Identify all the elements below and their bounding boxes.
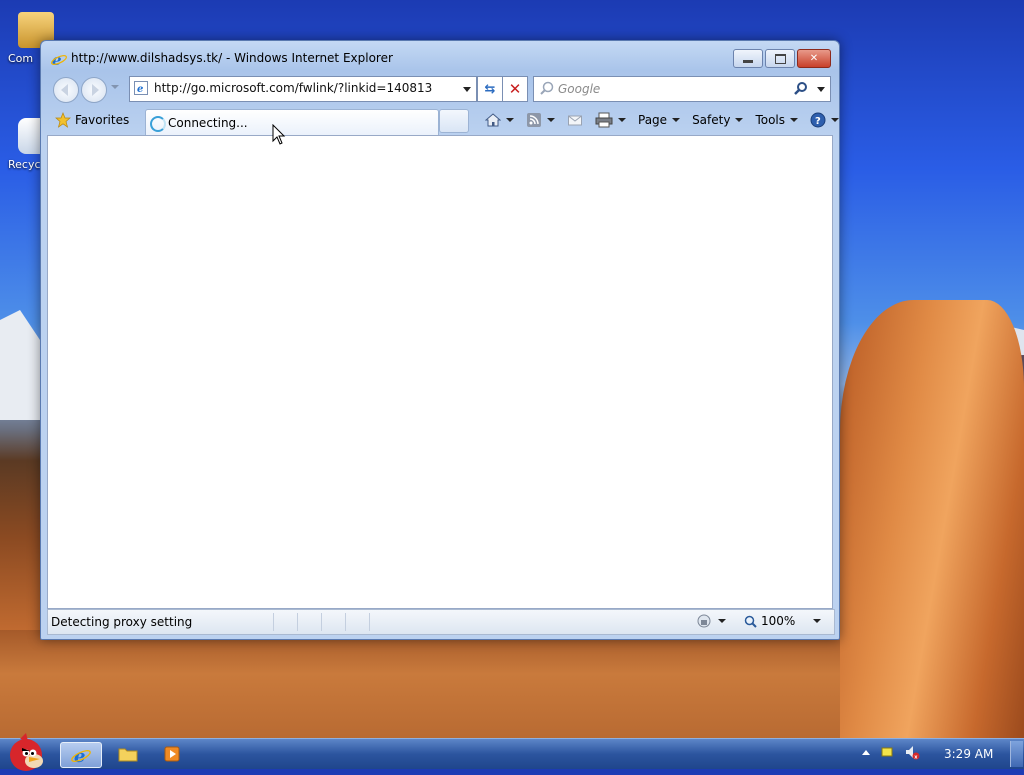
volume-muted-icon[interactable]: x [904,744,920,760]
taskbar-media-player[interactable] [152,742,192,766]
show-hidden-icons-icon[interactable] [862,749,870,755]
folder-icon [118,748,138,762]
forward-button[interactable] [81,77,107,103]
svg-text:e: e [74,746,85,767]
ie-window: e http://www.dilshadsys.tk/ - Windows In… [40,40,840,640]
command-bar: Favorites Connecting... Page Safety Tool… [47,107,840,136]
help-dropdown-icon[interactable] [831,118,840,122]
zone-dropdown-icon[interactable] [718,619,726,623]
search-provider-icon [540,81,554,95]
search-box[interactable]: Google [533,76,831,102]
taskbar: e x 3:29 AM [0,733,1024,771]
start-button-angry-bird-icon[interactable] [4,731,48,775]
page-content[interactable] [47,124,833,609]
tools-menu[interactable]: Tools [749,109,804,131]
tools-menu-label: Tools [755,113,786,127]
recent-pages-dropdown-icon[interactable] [111,85,119,89]
search-options-dropdown-icon[interactable] [817,87,825,92]
zoom-magnifier-icon [744,615,757,628]
new-tab-button[interactable] [439,109,469,133]
desktop-rock-arch [840,300,1024,740]
action-center-flag-icon[interactable] [880,745,894,759]
tab-title: Connecting... [168,116,248,130]
stop-button[interactable]: ✕ [502,76,528,102]
printer-icon [595,112,613,128]
close-icon: ✕ [809,53,819,64]
page-menu[interactable]: Page [632,109,686,131]
chevron-down-icon [735,118,744,122]
ie-logo-icon: e [71,746,91,767]
mail-icon [568,115,582,126]
feeds-button[interactable] [520,109,561,131]
chevron-down-icon [790,118,799,122]
stop-icon: ✕ [508,80,522,98]
restore-button[interactable] [765,49,795,68]
rss-feed-icon [527,113,541,127]
print-button[interactable] [589,109,632,131]
page-menu-label: Page [638,113,668,127]
back-button[interactable] [53,77,79,103]
loading-spinner-icon [150,116,166,132]
media-player-icon [164,746,180,762]
safety-menu-label: Safety [692,113,731,127]
status-text: Detecting proxy setting [51,615,193,629]
show-desktop-button[interactable] [1010,741,1023,767]
refresh-icon: ⇆ [484,81,496,97]
svg-text:e: e [137,84,143,95]
zoom-dropdown-icon[interactable] [813,619,822,623]
safety-menu[interactable]: Safety [686,109,749,131]
status-bar-panels [273,613,393,631]
favorites-button[interactable]: Favorites [49,109,135,131]
back-arrow-icon [61,84,68,96]
desktop-icon-label: Com [8,52,34,65]
chevron-down-icon [672,118,681,122]
minimize-icon [743,60,753,63]
page-ie-icon: e [134,81,148,95]
taskbar-windows-explorer[interactable] [108,742,148,766]
mouse-cursor-icon [272,124,286,145]
search-placeholder: Google [558,82,601,96]
window-title: http://www.dilshadsys.tk/ - Windows Inte… [71,51,393,65]
favorites-label: Favorites [75,113,130,127]
help-menu[interactable]: ? [804,109,845,131]
protected-mode-icon [697,614,711,628]
taskbar-internet-explorer[interactable]: e [60,742,102,768]
navigation-bar: e http://go.microsoft.com/fwlink/?linkid… [49,75,831,103]
address-url: http://go.microsoft.com/fwlink/?linkid=1… [154,81,433,95]
desktop-icon-label: Recyc [8,158,41,171]
search-icon[interactable] [794,81,808,95]
restore-icon [774,53,786,64]
title-bar[interactable]: e http://www.dilshadsys.tk/ - Windows In… [41,41,839,75]
close-button[interactable]: ✕ [797,49,831,68]
security-zone[interactable] [696,613,726,629]
svg-text:?: ? [815,116,821,127]
taskbar-clock[interactable]: 3:29 AM [944,747,993,761]
print-dropdown-icon[interactable] [618,118,626,122]
home-dropdown-icon[interactable] [506,118,514,122]
ie-logo-icon: e [51,51,67,67]
browser-tab[interactable]: Connecting... [145,109,439,136]
system-tray: x [862,744,920,760]
forward-arrow-icon [92,84,99,96]
address-dropdown-icon[interactable] [463,87,471,92]
feeds-dropdown-icon[interactable] [547,118,555,122]
home-icon [485,113,501,127]
zoom-control[interactable]: 100% [744,614,822,628]
minimize-button[interactable] [733,49,763,68]
refresh-button[interactable]: ⇆ [477,76,503,102]
read-mail-button[interactable] [561,109,589,131]
status-bar: Detecting proxy setting 100% [47,609,835,635]
address-bar[interactable]: e http://go.microsoft.com/fwlink/?linkid… [129,76,477,102]
favorites-star-icon [55,112,71,128]
zoom-level: 100% [761,614,796,628]
home-button[interactable] [479,109,520,131]
help-icon: ? [810,112,826,128]
